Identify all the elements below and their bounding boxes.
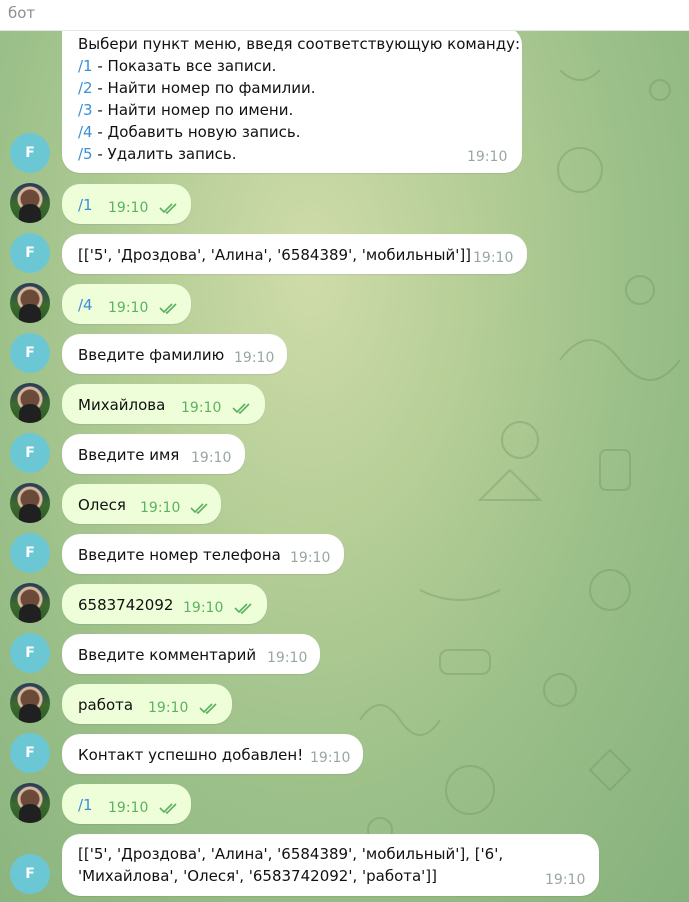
message-time: 19:10 — [467, 149, 508, 165]
message-bot[interactable]: [['5', 'Дроздова', 'Алина', '6584389', '… — [62, 834, 599, 896]
menu-intro: Выбери пункт меню, введя соответствующую… — [78, 35, 521, 53]
menu-item-5: - Удалить запись. — [92, 145, 237, 163]
message-time: 19:10 — [183, 600, 224, 616]
bot-avatar[interactable]: F — [10, 854, 50, 894]
bot-avatar[interactable]: F — [10, 333, 50, 373]
message-time: 19:10 — [108, 800, 149, 816]
message-user[interactable]: /4 19:10 — [62, 284, 191, 324]
message-time: 19:10 — [140, 500, 181, 516]
bot-avatar[interactable]: F — [10, 133, 50, 173]
message-text[interactable]: /4 — [78, 294, 93, 316]
message-text: работа — [78, 696, 134, 714]
message-user[interactable]: Олеся 19:10 — [62, 484, 221, 524]
message-text[interactable]: /1 — [78, 794, 93, 816]
double-check-icon — [234, 603, 252, 614]
command-link-1[interactable]: /1 — [78, 57, 93, 75]
message-bot[interactable]: Контакт успешно добавлен! 19:10 — [62, 734, 363, 774]
message-text: Контакт успешно добавлен! — [78, 746, 304, 764]
double-check-icon — [232, 403, 250, 414]
message-text: Введите номер телефона — [78, 546, 281, 564]
message-user[interactable]: /1 19:10 — [62, 784, 191, 824]
message-time: 19:10 — [545, 872, 586, 888]
message-bot[interactable]: Введите номер телефона 19:10 — [62, 534, 344, 574]
message-text: Введите имя — [78, 446, 180, 464]
message-user[interactable]: Михайлова 19:10 — [62, 384, 265, 424]
double-check-icon — [199, 703, 217, 714]
double-check-icon — [159, 303, 177, 314]
menu-item-3: - Найти номер по имени. — [92, 101, 294, 119]
message-time: 19:10 — [191, 450, 232, 466]
user-avatar[interactable] — [10, 483, 50, 523]
message-bot[interactable]: Введите имя 19:10 — [62, 434, 245, 474]
message-time: 19:10 — [290, 550, 331, 566]
message-user[interactable]: 6583742092 19:10 — [62, 584, 267, 624]
command-link-2[interactable]: /2 — [78, 79, 93, 97]
message-text[interactable]: /1 — [78, 194, 93, 216]
user-avatar[interactable] — [10, 283, 50, 323]
double-check-icon — [159, 803, 177, 814]
message-text: Введите фамилию — [78, 346, 225, 364]
message-text: Михайлова — [78, 396, 166, 414]
user-avatar[interactable] — [10, 183, 50, 223]
command-link-5[interactable]: /5 — [78, 145, 93, 163]
chat-title: бот — [8, 4, 36, 22]
message-text: Олеся — [78, 496, 126, 514]
bot-avatar[interactable]: F — [10, 233, 50, 273]
message-time: 19:10 — [148, 700, 189, 716]
double-check-icon — [190, 503, 208, 514]
message-bot[interactable]: [['5', 'Дроздова', 'Алина', '6584389', '… — [62, 234, 527, 274]
user-avatar[interactable] — [10, 583, 50, 623]
command-link-3[interactable]: /3 — [78, 101, 93, 119]
message-text-line: 'Михайлова', 'Олеся', '6583742092', 'раб… — [78, 867, 438, 885]
message-time: 19:10 — [234, 350, 275, 366]
message-user[interactable]: /1 19:10 — [62, 184, 191, 224]
message-bot[interactable]: Введите комментарий 19:10 — [62, 634, 320, 674]
bot-avatar[interactable]: F — [10, 533, 50, 573]
chat-header[interactable]: бот — [0, 0, 689, 31]
bot-avatar[interactable]: F — [10, 733, 50, 773]
message-user[interactable]: работа 19:10 — [62, 684, 232, 724]
bot-avatar[interactable]: F — [10, 433, 50, 473]
message-time: 19:10 — [108, 300, 149, 316]
chat-window: бот Выбери пункт меню, введя соответству… — [0, 0, 689, 902]
message-text-line: [['5', 'Дроздова', 'Алина', '6584389', '… — [78, 845, 504, 863]
message-time: 19:10 — [310, 750, 351, 766]
message-text: [['5', 'Дроздова', 'Алина', '6584389', '… — [78, 246, 472, 264]
bot-avatar[interactable]: F — [10, 633, 50, 673]
message-bot[interactable]: Введите фамилию 19:10 — [62, 334, 287, 374]
menu-item-2: - Найти номер по фамилии. — [92, 79, 316, 97]
user-avatar[interactable] — [10, 783, 50, 823]
message-time: 19:10 — [267, 650, 308, 666]
message-time: 19:10 — [473, 250, 514, 266]
menu-item-1: - Показать все записи. — [92, 57, 277, 75]
message-time: 19:10 — [108, 200, 149, 216]
user-avatar[interactable] — [10, 383, 50, 423]
message-time: 19:10 — [181, 400, 222, 416]
command-link-4[interactable]: /4 — [78, 123, 93, 141]
message-text: Введите комментарий — [78, 646, 257, 664]
message-bot-menu[interactable]: Выбери пункт меню, введя соответствующую… — [62, 27, 522, 173]
message-text: 6583742092 — [78, 596, 174, 614]
double-check-icon — [159, 203, 177, 214]
menu-item-4: - Добавить новую запись. — [92, 123, 301, 141]
user-avatar[interactable] — [10, 683, 50, 723]
